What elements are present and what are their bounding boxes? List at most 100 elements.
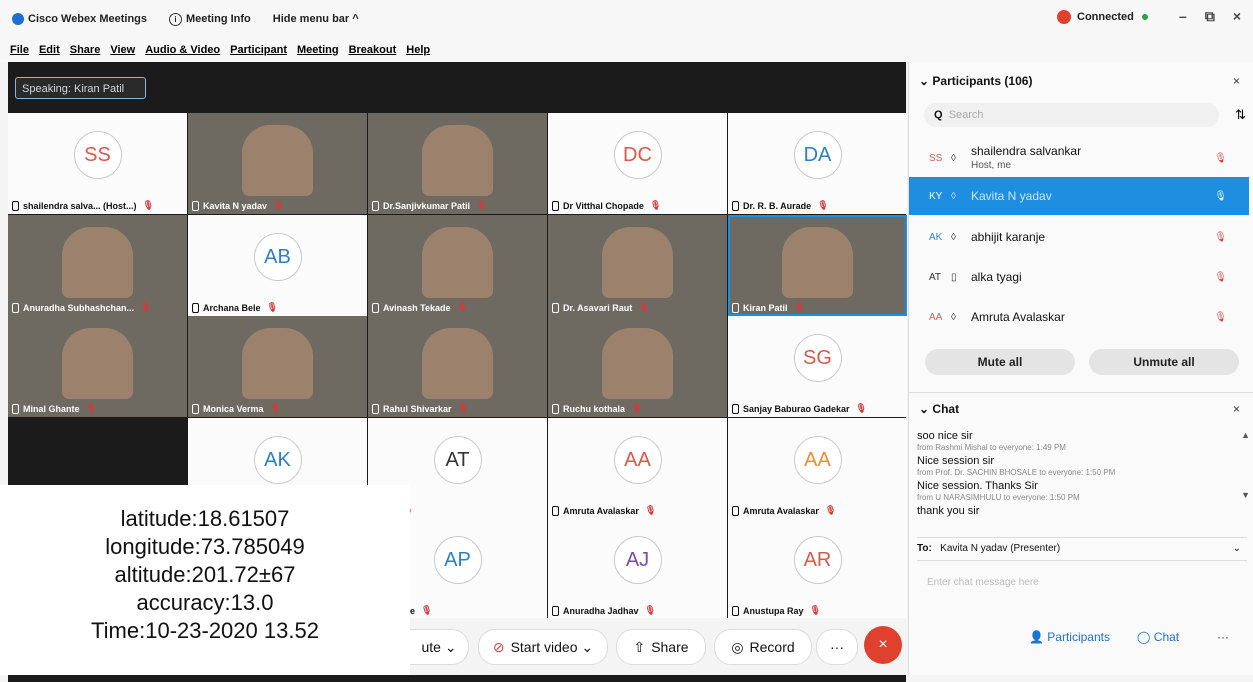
menu-participant[interactable]: Participant xyxy=(230,44,287,56)
device-icon xyxy=(372,200,379,211)
menu-view[interactable]: View xyxy=(110,44,135,56)
sort-icon[interactable]: ⇅ xyxy=(1235,107,1246,123)
participant-avatar: AA xyxy=(793,436,842,485)
device-icon xyxy=(372,302,379,313)
participant-avatar: AJ xyxy=(613,536,662,585)
participant-tile[interactable]: AJ Anuradha Jadhav 🎙 xyxy=(548,518,727,619)
start-video-button[interactable]: ⊘ Start video ⌄ xyxy=(478,629,608,665)
time-text: Time:10-23-2020 13.52 xyxy=(91,618,319,643)
participant-name: Anuradha Jadhav xyxy=(563,605,639,616)
chat-log: soo nice sir from Rashmi Mishal to every… xyxy=(917,430,1242,518)
participants-panel-button[interactable]: 👤 Participants xyxy=(1029,630,1110,644)
video-feed xyxy=(61,227,134,298)
muted-mic-icon: 🎙 xyxy=(631,403,643,413)
mute-button[interactable]: ute ⌄ xyxy=(410,629,469,665)
participant-tile[interactable]: Avinash Tekade 🎙 xyxy=(368,215,547,316)
meeting-info-button[interactable]: i Meeting Info xyxy=(169,12,251,26)
muted-mic-icon: 🎙 xyxy=(421,605,433,615)
participant-name-label: Dr.Sanjivkumar Patil 🎙 xyxy=(372,200,487,211)
muted-mic-icon: 🎙 xyxy=(855,403,867,413)
minimize-button[interactable]: – xyxy=(1179,8,1187,25)
device-icon xyxy=(732,302,739,313)
participant-avatar: AR xyxy=(793,536,842,585)
participant-tile[interactable]: Ruchu kothala 🎙 xyxy=(548,316,727,417)
menu-edit[interactable]: Edit xyxy=(39,44,60,56)
end-meeting-button[interactable]: × xyxy=(864,626,902,664)
close-participants-icon[interactable]: × xyxy=(1233,74,1240,88)
participant-row[interactable]: AA ◊ Amruta Avalaskar 🎙 xyxy=(909,298,1249,336)
participant-row[interactable]: SS ◊ shailendra salvankar Host, me 🎙 xyxy=(909,139,1249,177)
participant-tile[interactable]: Anuradha Subhashchan... 🎙 xyxy=(8,215,187,316)
video-feed xyxy=(61,328,134,399)
participant-tile[interactable]: AB Archana Bele 🎙 xyxy=(188,215,367,316)
muted-mic-icon: 🎙 xyxy=(266,302,278,312)
participant-name-label: Minal Ghante 🎙 xyxy=(12,403,97,414)
chat-message: soo nice sir xyxy=(917,430,973,442)
participant-tile[interactable]: SS shailendra salva... (Host...) 🎙 xyxy=(8,113,187,214)
restore-button[interactable]: ⧉ xyxy=(1205,8,1215,25)
menu-share[interactable]: Share xyxy=(70,44,101,56)
more-options-button[interactable]: ··· xyxy=(816,629,858,665)
muted-mic-icon: 🎙 xyxy=(824,505,837,515)
chevron-down-icon: ⌄ xyxy=(581,638,594,655)
participant-tile[interactable]: Rahul Shivarkar 🎙 xyxy=(368,316,547,417)
participant-search-input[interactable]: Q Search xyxy=(924,103,1219,127)
participant-tile[interactable]: Kiran Patil 🎙 xyxy=(728,215,907,316)
menu-help[interactable]: Help xyxy=(406,44,430,56)
menu-file[interactable]: File xyxy=(10,44,29,56)
more-panels-button[interactable]: ··· xyxy=(1217,630,1229,644)
chat-panel-button[interactable]: ◯ Chat xyxy=(1137,630,1179,644)
participant-row[interactable]: AK ◊ abhijit karanje 🎙 xyxy=(909,218,1249,256)
menu-audio-video[interactable]: Audio & Video xyxy=(145,44,220,56)
chevron-down-icon: ⌄ xyxy=(919,74,930,88)
participant-name-label: Kavita N yadav 🎙 xyxy=(192,200,284,211)
participant-tile[interactable]: Minal Ghante 🎙 xyxy=(8,316,187,417)
participant-name: shailendra salvankar xyxy=(971,143,1082,158)
participants-header[interactable]: ⌄ Participants (106) xyxy=(919,74,1032,88)
chat-icon: ◯ xyxy=(1137,630,1151,644)
chat-message: Nice session. Thanks Sir xyxy=(917,480,1038,492)
participant-tile[interactable]: DA Dr. R. B. Aurade 🎙 xyxy=(728,113,907,214)
chat-header[interactable]: ⌄ Chat xyxy=(919,402,959,416)
menu-breakout[interactable]: Breakout xyxy=(349,44,397,56)
device-icon xyxy=(552,302,559,313)
record-button[interactable]: ◎ Record xyxy=(714,629,812,665)
participant-name-label: Dr. Asavari Raut 🎙 xyxy=(552,302,650,313)
muted-mic-icon: 🎙 xyxy=(809,605,821,615)
chat-scrollbar[interactable]: ▲ ▼ xyxy=(1241,430,1250,500)
menu-meeting[interactable]: Meeting xyxy=(297,44,339,56)
participant-name-label: Avinash Tekade 🎙 xyxy=(372,302,468,313)
participant-tile[interactable]: DC Dr Vitthal Chopade 🎙 xyxy=(548,113,727,214)
participant-tile[interactable]: Monica Verma 🎙 xyxy=(188,316,367,417)
participant-name: Dr. R. B. Aurade xyxy=(743,200,812,211)
participant-tile[interactable]: Dr. Asavari Raut 🎙 xyxy=(548,215,727,316)
close-chat-icon[interactable]: × xyxy=(1233,402,1240,416)
participant-tile[interactable]: SG Sanjay Baburao Gadekar 🎙 xyxy=(728,316,907,417)
participant-avatar: AK xyxy=(253,436,302,485)
device-icon xyxy=(552,505,559,516)
participant-name: Kavita N yadav xyxy=(203,200,268,211)
unmute-all-button[interactable]: Unmute all xyxy=(1089,349,1239,375)
participant-tile[interactable]: AA Amruta Avalaskar 🎙 xyxy=(548,418,727,519)
connection-status[interactable]: Connected xyxy=(1057,10,1148,24)
mute-all-button[interactable]: Mute all xyxy=(925,349,1075,375)
app-name[interactable]: Cisco Webex Meetings xyxy=(0,13,147,25)
chat-sender: from Rashmi Mishal to everyone: 1:49 PM xyxy=(917,443,1066,452)
device-icon xyxy=(192,403,199,414)
participant-tile[interactable]: Dr.Sanjivkumar Patil 🎙 xyxy=(368,113,547,214)
chat-recipient-select[interactable]: To: Kavita N yadav (Presenter) ⌄ xyxy=(917,537,1247,561)
accuracy-text: accuracy:13.0 xyxy=(136,590,274,615)
participant-tile[interactable]: AR Anustupa Ray 🎙 xyxy=(728,518,907,619)
share-button[interactable]: ⇧ Share xyxy=(616,629,706,665)
participant-row[interactable]: AT ▯ alka tyagi 🎙 xyxy=(909,258,1249,296)
chat-message-input[interactable]: Enter chat message here xyxy=(927,577,1039,588)
hide-menu-bar-button[interactable]: Hide menu bar ^ xyxy=(273,13,359,25)
participant-tile[interactable]: AA Amruta Avalaskar 🎙 xyxy=(728,418,907,519)
close-button[interactable]: × xyxy=(1233,8,1241,25)
connection-icon xyxy=(1057,10,1071,24)
participant-tile[interactable]: Kavita N yadav 🎙 xyxy=(188,113,367,214)
side-panel: ⌄ Participants (106) × Q Search ⇅ SS ◊ s… xyxy=(908,62,1253,675)
participant-name-label: Amruta Avalaskar 🎙 xyxy=(732,505,836,516)
device-icon xyxy=(12,403,19,414)
participant-row-selected[interactable]: KY ◊ Kavita N yadav 🎙 xyxy=(909,177,1249,215)
